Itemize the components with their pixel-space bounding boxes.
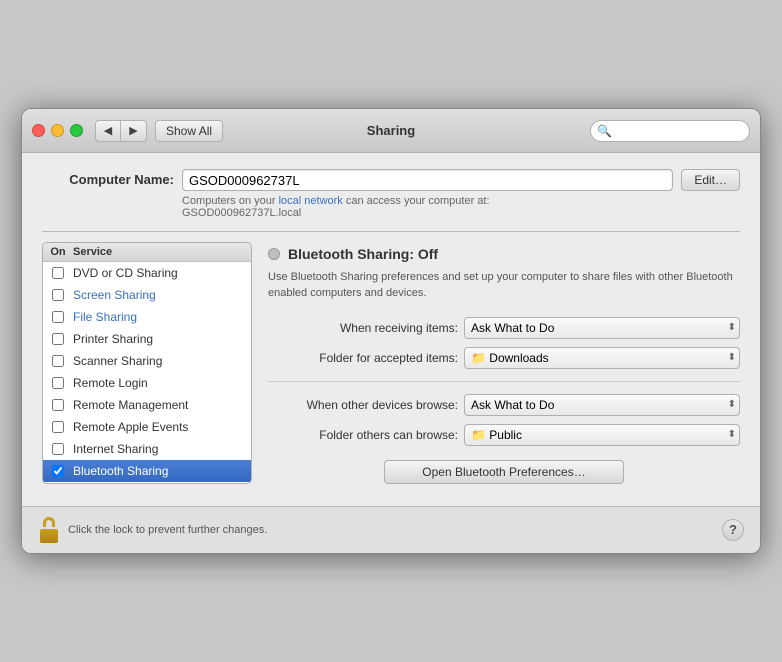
bluetooth-status-row: Bluetooth Sharing: Off: [268, 246, 740, 262]
browse-select-wrapper: Ask What to Do Always Allow Never Allow …: [464, 394, 740, 416]
col-service-header: Service: [73, 246, 251, 258]
folder-accepted-select[interactable]: 📁 Downloads 📁 Desktop 📁 Documents: [464, 347, 740, 369]
window-title: Sharing: [367, 123, 415, 138]
list-item-bluetooth[interactable]: Bluetooth Sharing: [43, 460, 251, 482]
search-box: 🔍: [590, 120, 750, 142]
service-list-container: On Service DVD or CD Sharing Screen Shar…: [42, 242, 252, 484]
receiving-label: When receiving items:: [268, 321, 458, 335]
service-checkbox-remote-events[interactable]: [52, 421, 64, 433]
close-button[interactable]: [32, 124, 45, 137]
traffic-lights: [32, 124, 83, 137]
forward-button[interactable]: ▶: [121, 120, 147, 142]
bluetooth-description: Use Bluetooth Sharing preferences and se…: [268, 270, 740, 301]
bluetooth-status-title: Bluetooth Sharing: Off: [288, 246, 438, 262]
list-item[interactable]: Screen Sharing: [43, 284, 251, 306]
service-checkbox-remote-mgmt[interactable]: [52, 399, 64, 411]
service-checkbox-bluetooth[interactable]: [52, 465, 64, 477]
list-item[interactable]: Remote Management: [43, 394, 251, 416]
service-name-dvd: DVD or CD Sharing: [73, 266, 251, 280]
show-all-button[interactable]: Show All: [155, 120, 223, 142]
receiving-select-wrapper: Ask What to Do Accept and Save Accept an…: [464, 317, 740, 339]
computer-name-label: Computer Name:: [69, 172, 174, 187]
service-checkbox-dvd[interactable]: [52, 267, 64, 279]
service-name-bluetooth: Bluetooth Sharing: [73, 464, 251, 478]
main-content: Computer Name: Edit… Computers on your l…: [22, 153, 760, 494]
minimize-button[interactable]: [51, 124, 64, 137]
folder-accepted-row: Folder for accepted items: 📁 Downloads 📁…: [268, 347, 740, 369]
list-item[interactable]: DVD or CD Sharing: [43, 262, 251, 284]
service-checkbox-scanner[interactable]: [52, 355, 64, 367]
sharing-window: ◀ ▶ Show All Sharing 🔍 Computer Name: Ed…: [21, 108, 761, 554]
list-item[interactable]: Internet Sharing: [43, 438, 251, 460]
edit-button[interactable]: Edit…: [681, 169, 740, 191]
service-list-header: On Service: [43, 243, 251, 262]
search-icon: 🔍: [597, 124, 612, 138]
folder-browse-select-wrapper: 📁 Public 📁 Desktop 📁 Documents ⬍: [464, 424, 740, 446]
service-checkbox-screen[interactable]: [52, 289, 64, 301]
local-network-link[interactable]: local network: [279, 195, 343, 207]
lock-shackle: [43, 517, 55, 527]
browse-label: When other devices browse:: [268, 398, 458, 412]
service-checkbox-file[interactable]: [52, 311, 64, 323]
computer-name-sub: Computers on your local network can acce…: [182, 195, 740, 219]
folder-accepted-select-wrapper: 📁 Downloads 📁 Desktop 📁 Documents ⬍: [464, 347, 740, 369]
service-checkbox-remote-login[interactable]: [52, 377, 64, 389]
two-col-layout: On Service DVD or CD Sharing Screen Shar…: [42, 231, 740, 484]
service-name-remote-events: Remote Apple Events: [73, 420, 251, 434]
computer-name-input[interactable]: [182, 169, 673, 191]
col-on-header: On: [43, 246, 73, 258]
help-button[interactable]: ?: [722, 519, 744, 541]
folder-browse-select[interactable]: 📁 Public 📁 Desktop 📁 Documents: [464, 424, 740, 446]
service-name-internet: Internet Sharing: [73, 442, 251, 456]
service-checkbox-printer[interactable]: [52, 333, 64, 345]
computer-name-section: Computer Name: Edit… Computers on your l…: [42, 169, 740, 219]
service-checkbox-internet[interactable]: [52, 443, 64, 455]
list-item[interactable]: Printer Sharing: [43, 328, 251, 350]
list-item[interactable]: File Sharing: [43, 306, 251, 328]
divider: [268, 381, 740, 382]
back-button[interactable]: ◀: [95, 120, 121, 142]
list-item[interactable]: Remote Login: [43, 372, 251, 394]
service-name-screen: Screen Sharing: [73, 288, 251, 302]
service-name-scanner: Scanner Sharing: [73, 354, 251, 368]
folder-browse-label: Folder others can browse:: [268, 428, 458, 442]
titlebar: ◀ ▶ Show All Sharing 🔍: [22, 109, 760, 153]
browse-select[interactable]: Ask What to Do Always Allow Never Allow: [464, 394, 740, 416]
lock-label: Click the lock to prevent further change…: [68, 524, 722, 536]
service-name-remote-login: Remote Login: [73, 376, 251, 390]
service-name-file: File Sharing: [73, 310, 251, 324]
bluetooth-indicator: [268, 248, 280, 260]
list-item[interactable]: Remote Apple Events: [43, 416, 251, 438]
nav-buttons: ◀ ▶: [95, 120, 147, 142]
search-input[interactable]: [590, 120, 750, 142]
list-item[interactable]: Scanner Sharing: [43, 350, 251, 372]
lock-button[interactable]: [38, 517, 60, 543]
folder-browse-row: Folder others can browse: 📁 Public 📁 Des…: [268, 424, 740, 446]
browse-row: When other devices browse: Ask What to D…: [268, 394, 740, 416]
computer-name-right: Edit… Computers on your local network ca…: [182, 169, 740, 219]
service-list: DVD or CD Sharing Screen Sharing File Sh…: [43, 262, 251, 482]
bluetooth-panel: Bluetooth Sharing: Off Use Bluetooth Sha…: [264, 242, 740, 484]
maximize-button[interactable]: [70, 124, 83, 137]
open-bluetooth-prefs-button[interactable]: Open Bluetooth Preferences…: [384, 460, 624, 484]
receiving-items-row: When receiving items: Ask What to Do Acc…: [268, 317, 740, 339]
lock-body: [40, 529, 58, 543]
receiving-select[interactable]: Ask What to Do Accept and Save Accept an…: [464, 317, 740, 339]
service-name-printer: Printer Sharing: [73, 332, 251, 346]
bottom-bar: Click the lock to prevent further change…: [22, 506, 760, 553]
service-name-remote-mgmt: Remote Management: [73, 398, 251, 412]
folder-accepted-label: Folder for accepted items:: [268, 351, 458, 365]
